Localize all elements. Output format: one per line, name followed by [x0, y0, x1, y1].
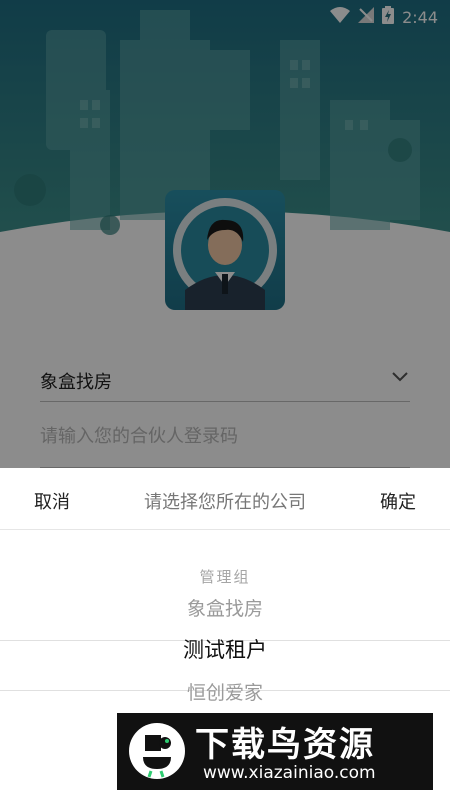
confirm-button[interactable]: 确定 — [380, 488, 416, 514]
picker-option[interactable]: 象盒找房 — [0, 594, 450, 621]
watermark-url: www.xiazainiao.com — [203, 763, 376, 783]
watermark-title: 下载鸟资源 — [195, 725, 375, 765]
picker-option[interactable]: 管理组 — [0, 566, 450, 587]
watermark-banner: 下载鸟资源 www.xiazainiao.com — [117, 713, 433, 790]
bird-logo-icon — [127, 721, 187, 785]
picker-option-selected[interactable]: 测试租户 — [0, 634, 450, 664]
picker-option[interactable]: 恒创爱家 — [0, 678, 450, 705]
picker-header: 取消 请选择您所在的公司 确定 — [0, 468, 450, 530]
